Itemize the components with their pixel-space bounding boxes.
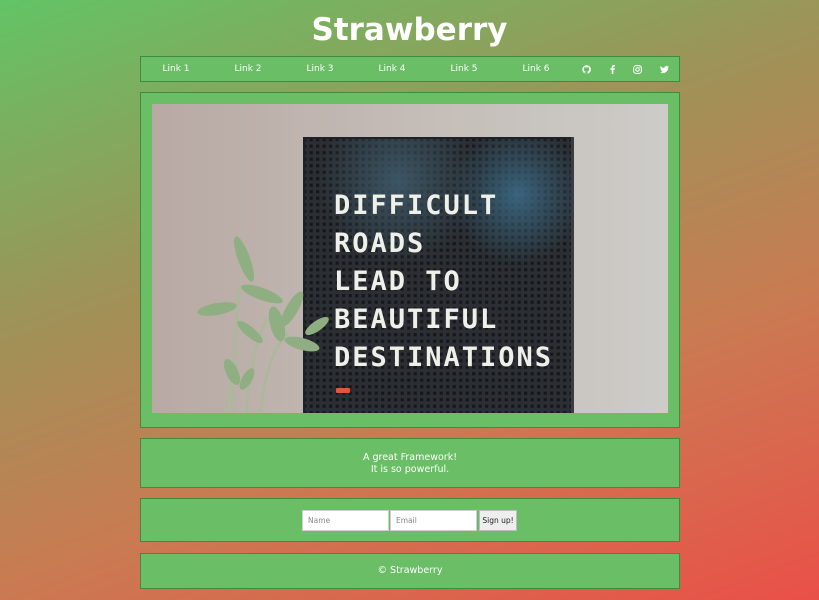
- tagline-line-1: A great Framework!: [362, 452, 458, 463]
- hero-image: DIFFICULT ROADS LEAD TO BEAUTIFUL DESTIN…: [152, 104, 668, 413]
- board-line-2: ROADS: [334, 228, 425, 259]
- board-line-1: DIFFICULT: [334, 190, 498, 221]
- board-line-5: DESTINATIONS: [334, 342, 553, 373]
- instagram-icon[interactable]: [631, 63, 643, 75]
- twitter-icon[interactable]: [658, 63, 670, 75]
- tagline-line-2: It is so powerful.: [370, 464, 450, 475]
- navbar: Link 1 Link 2 Link 3 Link 4 Link 5 Link …: [140, 56, 680, 82]
- signup-button[interactable]: Sign up!: [479, 510, 517, 531]
- nav-link-6[interactable]: Link 6: [513, 57, 559, 81]
- footer: © Strawberry: [140, 553, 680, 589]
- footer-copyright: © Strawberry: [377, 565, 443, 576]
- name-input[interactable]: [302, 510, 389, 531]
- signup-form: Sign up!: [140, 498, 680, 542]
- nav-link-4[interactable]: Link 4: [369, 57, 415, 81]
- nav-link-5[interactable]: Link 5: [441, 57, 487, 81]
- nav-link-1[interactable]: Link 1: [153, 57, 199, 81]
- github-icon[interactable]: [580, 63, 592, 75]
- email-input[interactable]: [390, 510, 477, 531]
- facebook-icon[interactable]: [606, 63, 618, 75]
- hero-section: DIFFICULT ROADS LEAD TO BEAUTIFUL DESTIN…: [140, 92, 680, 428]
- board-line-3: LEAD TO: [334, 266, 462, 297]
- board-line-4: BEAUTIFUL: [334, 304, 498, 335]
- nav-link-3[interactable]: Link 3: [297, 57, 343, 81]
- site-title: Strawberry: [311, 12, 508, 48]
- nav-link-2[interactable]: Link 2: [225, 57, 271, 81]
- tagline-section: A great Framework! It is so powerful.: [140, 438, 680, 488]
